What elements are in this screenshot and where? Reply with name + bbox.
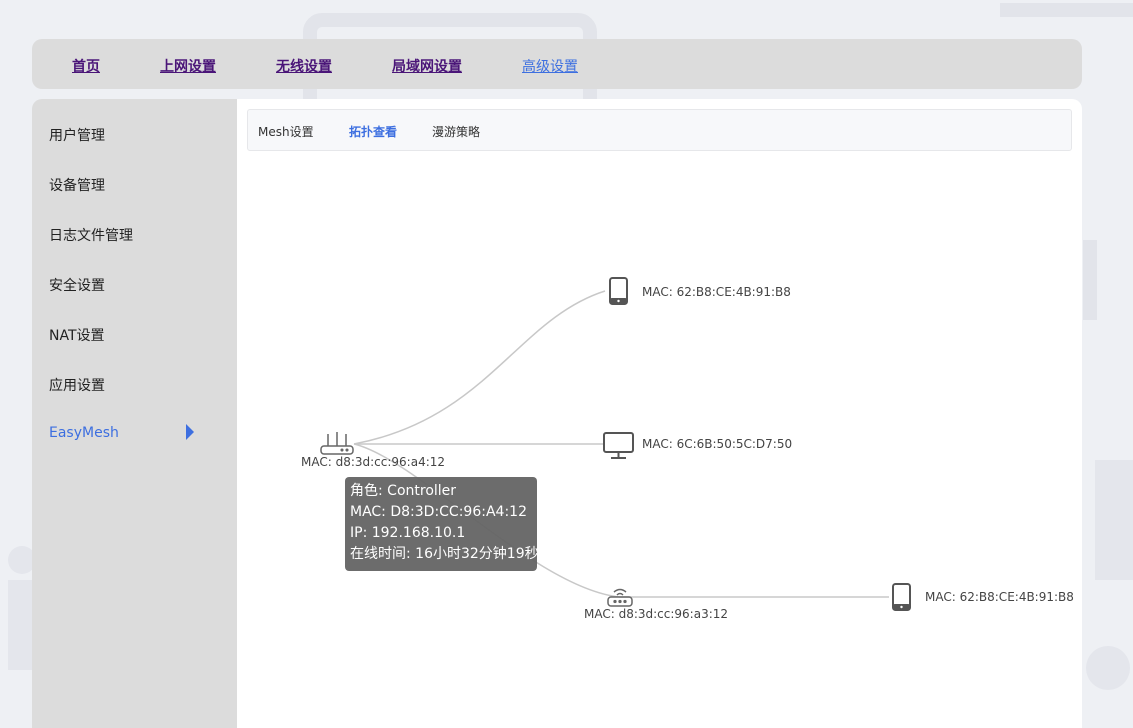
phone-icon[interactable] (892, 583, 911, 611)
nav-internet-settings[interactable]: 上网设置 (160, 56, 216, 76)
phone-icon[interactable] (609, 277, 628, 305)
tooltip-mac: MAC: D8:3D:CC:96:A4:12 (350, 504, 527, 520)
tooltip-role: 角色: Controller (350, 483, 457, 499)
tooltip-uptime: 在线时间: 16小时32分钟19秒 (350, 546, 539, 562)
link-controller-client-1 (353, 290, 606, 445)
sidebar: 用户管理 设备管理 日志文件管理 安全设置 NAT设置 应用设置 EasyMes… (32, 99, 237, 728)
nav-advanced-settings[interactable]: 高级设置 (522, 56, 578, 76)
router-icon[interactable] (320, 432, 354, 455)
mesh-agent-icon[interactable] (607, 588, 633, 607)
node-tooltip: 角色: Controller MAC: D8:3D:CC:96:A4:12 IP… (345, 477, 539, 571)
tooltip-ip: IP: 192.168.10.1 (350, 525, 466, 541)
sidebar-item-applications[interactable]: 应用设置 (49, 375, 105, 395)
agent-label: MAC: d8:3d:cc:96:a3:12 (584, 607, 728, 621)
sidebar-item-device-management[interactable]: 设备管理 (49, 175, 105, 195)
controller-label: MAC: d8:3d:cc:96:a4:12 (301, 455, 445, 469)
sidebar-item-user-management[interactable]: 用户管理 (49, 125, 105, 145)
monitor-icon[interactable] (603, 432, 634, 459)
sidebar-item-security[interactable]: 安全设置 (49, 275, 105, 295)
nav-wireless-settings[interactable]: 无线设置 (276, 56, 332, 76)
nav-lan-settings[interactable]: 局域网设置 (392, 56, 462, 76)
client-3-label: MAC: 62:B8:CE:4B:91:B8 (925, 590, 1074, 604)
top-navigation: 首页 上网设置 无线设置 局域网设置 高级设置 (32, 39, 1082, 89)
client-1-label: MAC: 62:B8:CE:4B:91:B8 (642, 285, 791, 299)
sidebar-item-easymesh[interactable]: EasyMesh (49, 425, 119, 441)
client-2-label: MAC: 6C:6B:50:5C:D7:50 (642, 437, 792, 451)
active-arrow-icon (186, 424, 194, 440)
main-panel: Mesh设置 拓扑查看 漫游策略 MAC: d8:3d:cc:96:a4:12 (237, 99, 1082, 728)
sidebar-item-nat[interactable]: NAT设置 (49, 325, 105, 345)
nav-home[interactable]: 首页 (72, 56, 100, 76)
topology-graph: MAC: d8:3d:cc:96:a4:12 MAC: 62:B8:CE:4B:… (301, 277, 1074, 621)
sidebar-item-log-management[interactable]: 日志文件管理 (49, 225, 133, 245)
